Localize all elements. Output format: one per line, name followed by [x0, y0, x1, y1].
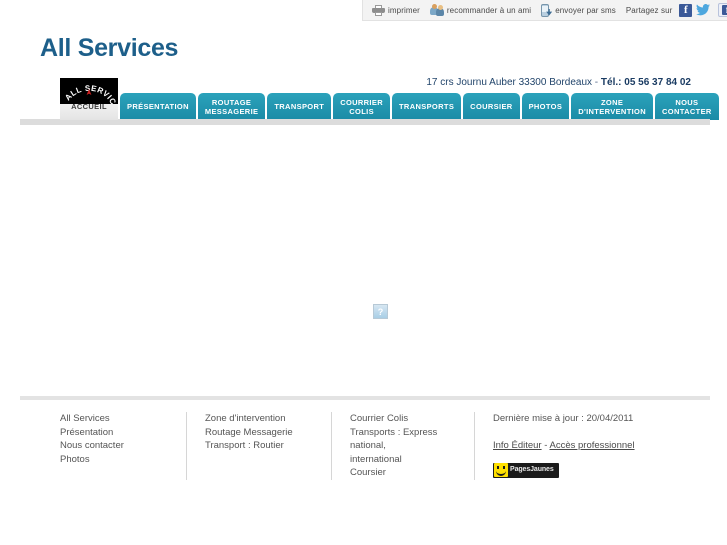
nav-tab-label: TRANSPORTS — [399, 102, 455, 111]
nav-tab-nous-contacter[interactable]: NOUS CONTACTER — [655, 93, 719, 120]
share-facebook-button[interactable]: f — [677, 1, 694, 20]
nav-tab-transports[interactable]: TRANSPORTS — [392, 93, 462, 120]
contact-separator: - — [594, 77, 599, 88]
nav-tab-label: ZONE D'INTERVENTION — [578, 97, 647, 116]
nav-tab-transport[interactable]: TRANSPORT — [267, 93, 332, 120]
footer-column-services: Zone d'intervention Routage Messagerie T… — [186, 412, 331, 480]
nav-tab-routage-messagerie[interactable]: ROUTAGE MESSAGERIE — [197, 93, 266, 120]
recommend-friend-button[interactable]: recommander à un ami — [425, 1, 536, 20]
nav-tab-coursier[interactable]: COURSIER — [463, 93, 520, 120]
footer-column-meta: Dernière mise à jour : 20/04/2011 Info É… — [474, 412, 689, 480]
nav-tab-label: COURRIER COLIS — [340, 97, 383, 116]
smiley-icon — [494, 463, 508, 477]
facebook-like-button[interactable]: f J'aime — [718, 3, 727, 17]
facebook-icon: f — [722, 5, 727, 15]
footer-column-offers: Courrier Colis Transports : Express nati… — [331, 412, 474, 480]
footer-link-nous-contacter[interactable]: Nous contacter — [60, 439, 170, 453]
footer-link-coursier[interactable]: Coursier — [350, 466, 458, 480]
page-title: All Services — [40, 34, 179, 62]
twitter-bird-icon — [696, 4, 711, 16]
nav-tab-label: COURSIER — [470, 102, 513, 111]
last-update-text: Dernière mise à jour : 20/04/2011 — [493, 413, 634, 424]
footer-link-transport-routier[interactable]: Transport : Routier — [205, 439, 315, 453]
nav-underline-bar — [20, 119, 710, 125]
footer-link-transports-express[interactable]: Transports : Express national, internati… — [350, 426, 458, 467]
footer-meta-links: Info Éditeur - Accès professionnel — [493, 426, 673, 453]
link-separator: - — [541, 440, 550, 451]
nav-tab-label: ROUTAGE MESSAGERIE — [204, 97, 259, 116]
footer-link-presentation[interactable]: Présentation — [60, 426, 170, 440]
site-logo[interactable]: ALL SERVICE — [60, 78, 118, 104]
broken-image-placeholder-icon: ? — [373, 304, 388, 319]
acces-professionnel-link[interactable]: Accès professionnel — [550, 440, 635, 451]
share-on-label: Partagez sur — [625, 5, 673, 15]
footer-link-zone-intervention[interactable]: Zone d'intervention — [205, 412, 315, 426]
footer-link-photos[interactable]: Photos — [60, 453, 170, 467]
nav-tab-label: PHOTOS — [528, 102, 563, 111]
info-editeur-link[interactable]: Info Éditeur — [493, 440, 542, 451]
nav-tab-courrier-colis[interactable]: COURRIER COLIS — [333, 93, 390, 120]
footer-link-routage-messagerie[interactable]: Routage Messagerie — [205, 426, 315, 440]
printer-icon — [372, 4, 385, 16]
nav-tab-photos[interactable]: PHOTOS — [521, 93, 570, 120]
pages-jaunes-label: PagesJaunes — [510, 466, 554, 474]
broken-image-glyph: ? — [377, 306, 384, 317]
address-text: 17 crs Journu Auber 33300 Bordeaux — [426, 77, 593, 88]
nav-tab-presentation[interactable]: PRÉSENTATION — [120, 93, 196, 120]
print-label: imprimer — [388, 5, 420, 15]
facebook-icon: f — [679, 3, 693, 17]
send-sms-button[interactable]: envoyer par sms — [536, 1, 621, 20]
nav-tab-zone-intervention[interactable]: ZONE D'INTERVENTION — [571, 93, 654, 120]
recommend-friend-icon — [429, 4, 444, 16]
recommend-friend-label: recommander à un ami — [446, 5, 532, 15]
footer-divider — [20, 396, 710, 400]
header-contact-info: 17 crs Journu Auber 33300 Bordeaux - Tél… — [426, 77, 691, 88]
nav-tab-label: TRANSPORT — [274, 102, 325, 111]
sms-icon — [541, 3, 553, 17]
footer-link-all-services[interactable]: All Services — [60, 412, 170, 426]
print-button[interactable]: imprimer — [367, 1, 425, 20]
main-navigation: ACCUEIL PRÉSENTATION ROUTAGE MESSAGERIE … — [60, 93, 719, 120]
share-twitter-button[interactable] — [694, 1, 712, 20]
phone-number: Tél.: 05 56 37 84 02 — [600, 77, 691, 88]
site-footer: All Services Présentation Nous contacter… — [60, 412, 700, 480]
send-sms-label: envoyer par sms — [555, 5, 616, 15]
footer-link-courrier-colis[interactable]: Courrier Colis — [350, 412, 458, 426]
logo-graphic: ALL SERVICE — [60, 78, 118, 104]
nav-tab-label: NOUS CONTACTER — [662, 97, 712, 116]
share-on-group: Partagez sur — [621, 1, 678, 20]
footer-column-pages: All Services Présentation Nous contacter… — [60, 412, 186, 480]
nav-tab-label: PRÉSENTATION — [127, 102, 189, 111]
pages-jaunes-logo[interactable]: PagesJaunes — [493, 462, 559, 478]
share-toolbar: imprimer recommander à un ami envoyer pa… — [362, 0, 727, 21]
